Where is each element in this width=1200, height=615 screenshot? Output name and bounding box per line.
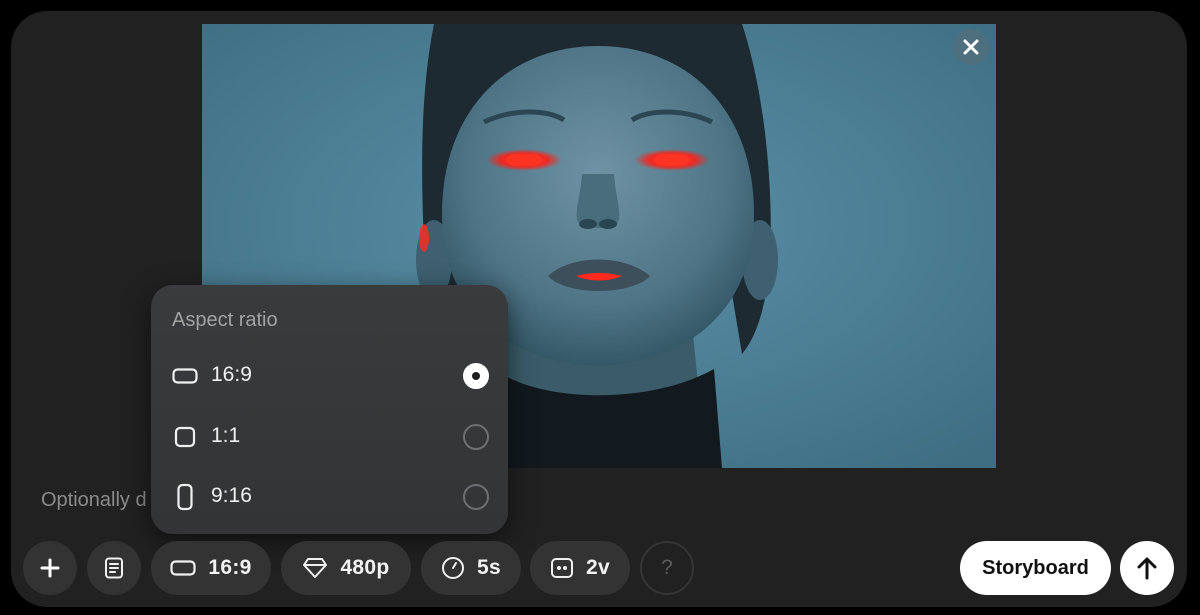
duration-button[interactable]: 5s [421, 541, 521, 595]
close-button[interactable] [953, 29, 989, 65]
aspect-option-9-16[interactable]: 9:16 [151, 468, 508, 524]
plus-icon [40, 558, 60, 578]
variations-icon [551, 558, 574, 578]
radio-unselected[interactable] [463, 424, 489, 450]
variations-button[interactable]: 2v [530, 541, 630, 595]
storyboard-button[interactable]: Storyboard [960, 541, 1111, 595]
duration-value: 5s [477, 556, 501, 579]
help-button[interactable]: ? [640, 541, 694, 595]
prompt-input[interactable]: Optionally d [41, 489, 147, 512]
variations-value: 2v [586, 556, 610, 579]
aspect-ratio-value: 16:9 [208, 556, 252, 579]
option-label: 16:9 [211, 363, 252, 386]
submit-button[interactable] [1120, 541, 1174, 595]
resolution-button[interactable]: 480p [281, 541, 411, 595]
radio-selected[interactable] [463, 363, 489, 389]
aspect-option-16-9[interactable]: 16:9 [151, 347, 508, 403]
diamond-icon [303, 558, 328, 578]
resolution-value: 480p [340, 556, 390, 579]
add-button[interactable] [23, 541, 77, 595]
option-label: 9:16 [211, 484, 252, 507]
radio-unselected[interactable] [463, 484, 489, 510]
aspect-ratio-menu: Aspect ratio 16:9 1:1 9:16 [151, 285, 508, 534]
portrait-rect-icon [171, 483, 199, 511]
close-icon [963, 39, 979, 55]
timer-icon [442, 557, 465, 579]
aspect-ratio-button[interactable]: 16:9 [151, 541, 271, 595]
arrow-up-icon [1137, 557, 1157, 580]
landscape-rect-icon [170, 560, 196, 576]
document-list-icon [105, 557, 123, 579]
composer-panel: Optionally d Aspect ratio 16:9 1:1 9:16 [11, 11, 1187, 607]
landscape-rect-icon [171, 363, 199, 389]
storyboard-doc-button[interactable] [87, 541, 141, 595]
help-icon: ? [661, 556, 673, 579]
square-rect-icon [171, 424, 199, 450]
menu-title: Aspect ratio [172, 309, 278, 331]
aspect-option-1-1[interactable]: 1:1 [151, 408, 508, 464]
option-label: 1:1 [211, 424, 241, 447]
